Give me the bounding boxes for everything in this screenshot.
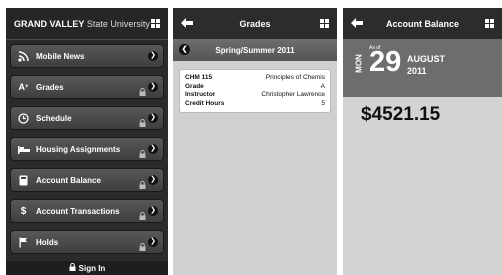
grade-icon: A + (18, 82, 29, 92)
lock-icon (139, 83, 146, 96)
chevron-right-icon: ❯ (148, 175, 158, 185)
clock-icon (17, 112, 30, 125)
main-menu-screen: GRAND VALLEY State University Mobile New… (6, 8, 168, 275)
page-title: Account Balance (385, 18, 460, 29)
lock-icon (139, 207, 146, 220)
grades-screen: Grades ❮ Spring/Summer 2011 CHM 115 Prin… (173, 8, 337, 275)
menu-item-label: Account Balance (36, 175, 101, 185)
lock-icon (139, 238, 146, 251)
chevron-right-icon: ❯ (148, 51, 158, 61)
flag-icon (17, 236, 30, 249)
account-balance-screen: Account Balance As of MON 29 AUGUST 2011… (343, 8, 502, 275)
lock-icon (69, 261, 76, 275)
menu-item-label: Housing Assignments (36, 144, 121, 154)
menu-item-mobile-news[interactable]: Mobile News ❯ (10, 44, 164, 68)
row-value: Christopher Lawrence (261, 91, 325, 98)
sign-in-button[interactable]: Sign In (6, 261, 168, 275)
rss-icon (17, 50, 30, 63)
page-title: Grades (239, 18, 271, 29)
menu-item-holds[interactable]: Holds ❯ (10, 230, 164, 254)
grade-row-course: CHM 115 Principles of Chemis (185, 74, 325, 83)
grade-card[interactable]: CHM 115 Principles of Chemis Grade A Ins… (179, 69, 331, 113)
menu-item-label: Mobile News (36, 51, 85, 61)
row-key: Credit Hours (185, 99, 225, 107)
grade-row-instructor: Instructor Christopher Lawrence (185, 91, 325, 100)
grade-row-grade: Grade A (185, 83, 325, 92)
row-key: Instructor (185, 91, 216, 98)
grid-menu-icon[interactable] (485, 19, 494, 28)
main-menu: Mobile News ❯ A + Grades ❯ Schedule ❯ Hou… (6, 40, 168, 254)
menu-item-label: Schedule (36, 113, 72, 123)
row-value: Principles of Chemis (265, 74, 325, 81)
row-key: Grade (185, 82, 204, 90)
month: AUGUST (407, 54, 445, 64)
menu-item-housing-assignments[interactable]: Housing Assignments ❯ (10, 137, 164, 161)
menu-item-schedule[interactable]: Schedule ❯ (10, 106, 164, 130)
day-number: 29 (369, 46, 402, 78)
app-header: GRAND VALLEY State University (6, 8, 168, 40)
menu-item-grades[interactable]: A + Grades ❯ (10, 75, 164, 99)
grid-menu-icon[interactable] (151, 19, 160, 28)
menu-item-account-transactions[interactable]: $ Account Transactions ❯ (10, 199, 164, 223)
row-key: CHM 115 (185, 74, 213, 81)
dollar-icon: $ (20, 205, 27, 217)
lock-icon (139, 145, 146, 158)
row-value: 5 (321, 99, 325, 107)
grid-menu-icon[interactable] (320, 19, 329, 28)
chevron-left-icon[interactable]: ❮ (179, 44, 190, 55)
brand-name: GRAND VALLEY (14, 18, 85, 29)
menu-item-account-balance[interactable]: Account Balance ❯ (10, 168, 164, 192)
chevron-right-icon: ❯ (148, 237, 158, 247)
weekday: MON (354, 54, 364, 73)
term-label: Spring/Summer 2011 (215, 45, 295, 55)
menu-item-label: Grades (36, 82, 64, 92)
chevron-right-icon: ❯ (148, 144, 158, 154)
brand-suffix: State University (86, 18, 150, 29)
university-brand: GRAND VALLEY State University (14, 19, 150, 29)
menu-item-label: Account Transactions (36, 206, 120, 216)
grades-header: Grades (173, 8, 337, 39)
back-arrow-icon[interactable] (181, 18, 193, 28)
balance-amount: $4521.15 (361, 104, 441, 125)
bed-icon (17, 143, 30, 156)
chevron-right-icon: ❯ (148, 82, 158, 92)
back-arrow-icon[interactable] (351, 18, 363, 28)
chevron-right-icon: ❯ (148, 206, 158, 216)
row-value: A (320, 82, 325, 90)
lock-icon (139, 114, 146, 127)
term-bar: ❮ Spring/Summer 2011 (173, 39, 337, 61)
lock-icon (139, 176, 146, 189)
sign-in-label: Sign In (78, 264, 106, 274)
calculator-icon (17, 174, 30, 187)
year: 2011 (407, 66, 427, 76)
grade-row-credit-hours: Credit Hours 5 (185, 100, 325, 109)
menu-item-label: Holds (36, 237, 59, 247)
chevron-right-icon: ❯ (148, 113, 158, 123)
account-balance-header: Account Balance (343, 8, 502, 39)
as-of-date: As of MON 29 AUGUST 2011 (343, 39, 502, 97)
